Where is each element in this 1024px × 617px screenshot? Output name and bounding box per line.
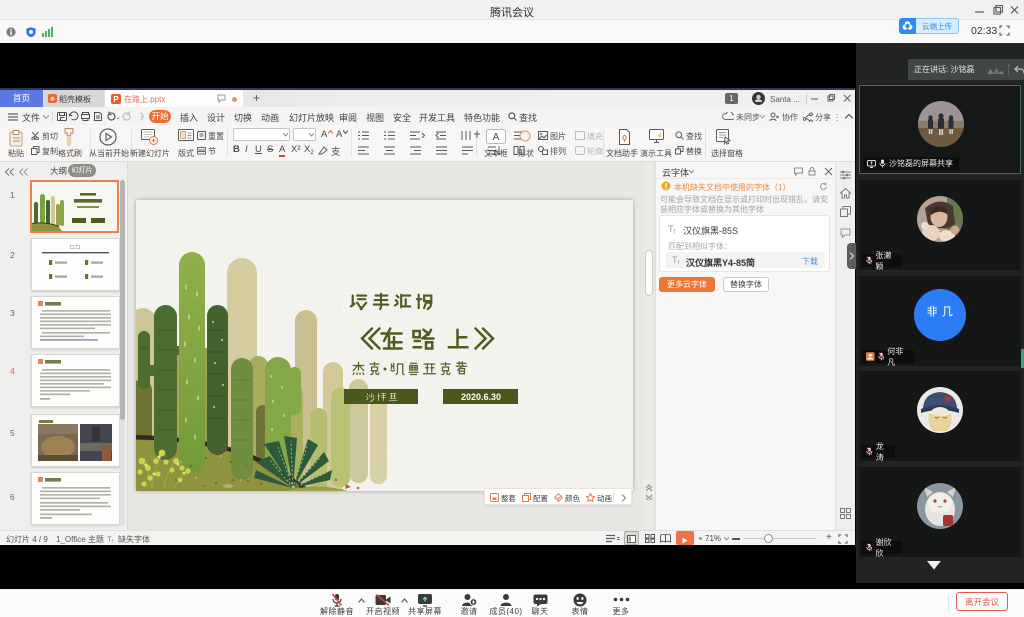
svg-text:f: f	[674, 230, 676, 235]
svg-text:f: f	[112, 539, 114, 543]
svg-text:f: f	[678, 261, 680, 266]
svg-text:□ □: □ □	[70, 244, 80, 251]
svg-text:P: P	[113, 95, 119, 104]
svg-text:2020.6.30: 2020.6.30	[461, 392, 501, 402]
svg-text:A: A	[493, 132, 500, 143]
